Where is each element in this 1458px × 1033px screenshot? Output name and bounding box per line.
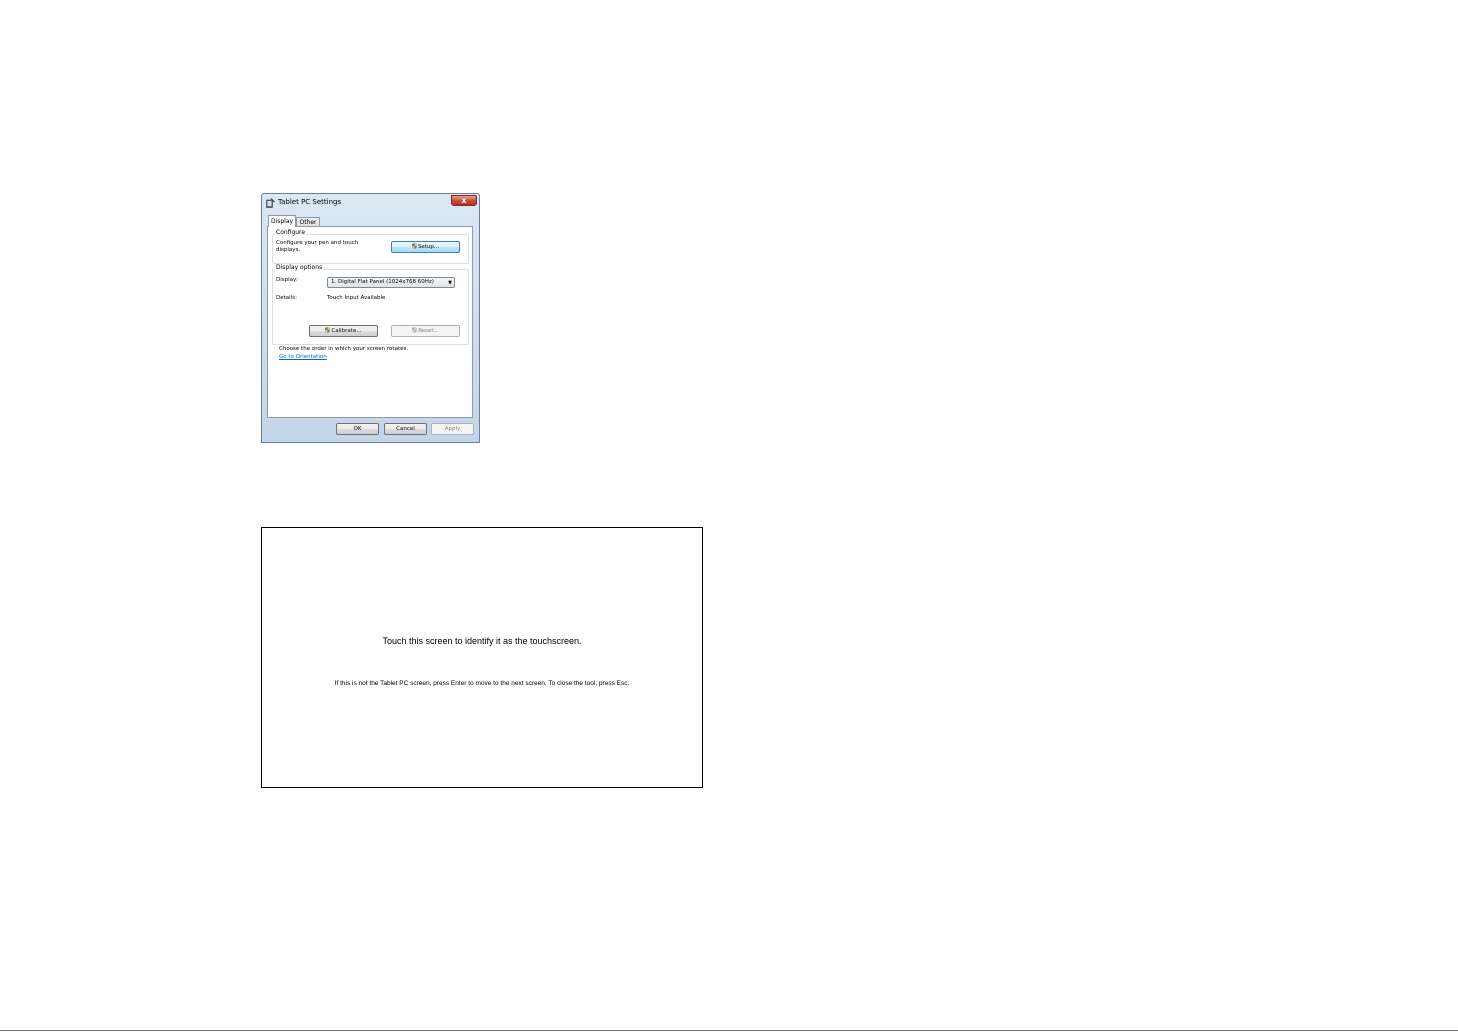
tablet-pen-icon [266,198,275,208]
setup-button[interactable]: Setup... [391,241,460,253]
details-label: Details: [276,295,297,301]
go-to-orientation-link[interactable]: Go to Orientation [279,354,327,361]
ok-button[interactable]: OK [336,423,379,435]
dialog-title: Tablet PC Settings [278,198,342,206]
calibrate-button-label: Calibrate... [331,328,362,334]
setup-button-label: Setup... [417,244,440,250]
uac-shield-icon [411,243,417,249]
uac-shield-icon [325,327,331,333]
title-bar[interactable]: Tablet PC Settings x [262,194,479,212]
orientation-description: Choose the order in which your screen ro… [279,346,409,352]
reset-button[interactable]: Reset... [391,325,460,337]
cancel-button[interactable]: Cancel [384,423,427,435]
touch-sub-instruction: If this is not the Tablet PC screen, pre… [334,680,630,687]
close-button[interactable]: x [451,195,477,206]
configure-description-line1: Configure your pen and touch [276,240,359,246]
configure-description-line2: displays. [276,247,301,253]
page-divider [0,1030,1458,1031]
calibrate-button[interactable]: Calibrate... [309,325,378,337]
reset-button-label: Reset... [418,328,439,334]
details-value: Touch Input Available [327,295,386,301]
tab-display[interactable]: Display [268,215,296,227]
display-select[interactable]: 1. Digital Flat Panel (1024x768 60Hz) ▼ [327,277,455,288]
display-select-value: 1. Digital Flat Panel (1024x768 60Hz) [331,279,434,285]
display-label: Display: [276,277,298,283]
tablet-pc-settings-dialog: Tablet PC Settings x Display Other Confi… [261,193,480,443]
chevron-down-icon: ▼ [448,280,452,286]
touch-identification-screen[interactable]: Touch this screen to identify it as the … [261,527,703,788]
touch-instruction: Touch this screen to identify it as the … [382,636,582,646]
display-options-group-title: Display options [275,264,324,271]
display-tab-panel: Configure Configure your pen and touch d… [267,226,473,418]
uac-shield-icon [412,327,418,333]
close-icon: x [461,196,467,205]
apply-button[interactable]: Apply [431,423,474,435]
configure-group-title: Configure [275,229,307,236]
